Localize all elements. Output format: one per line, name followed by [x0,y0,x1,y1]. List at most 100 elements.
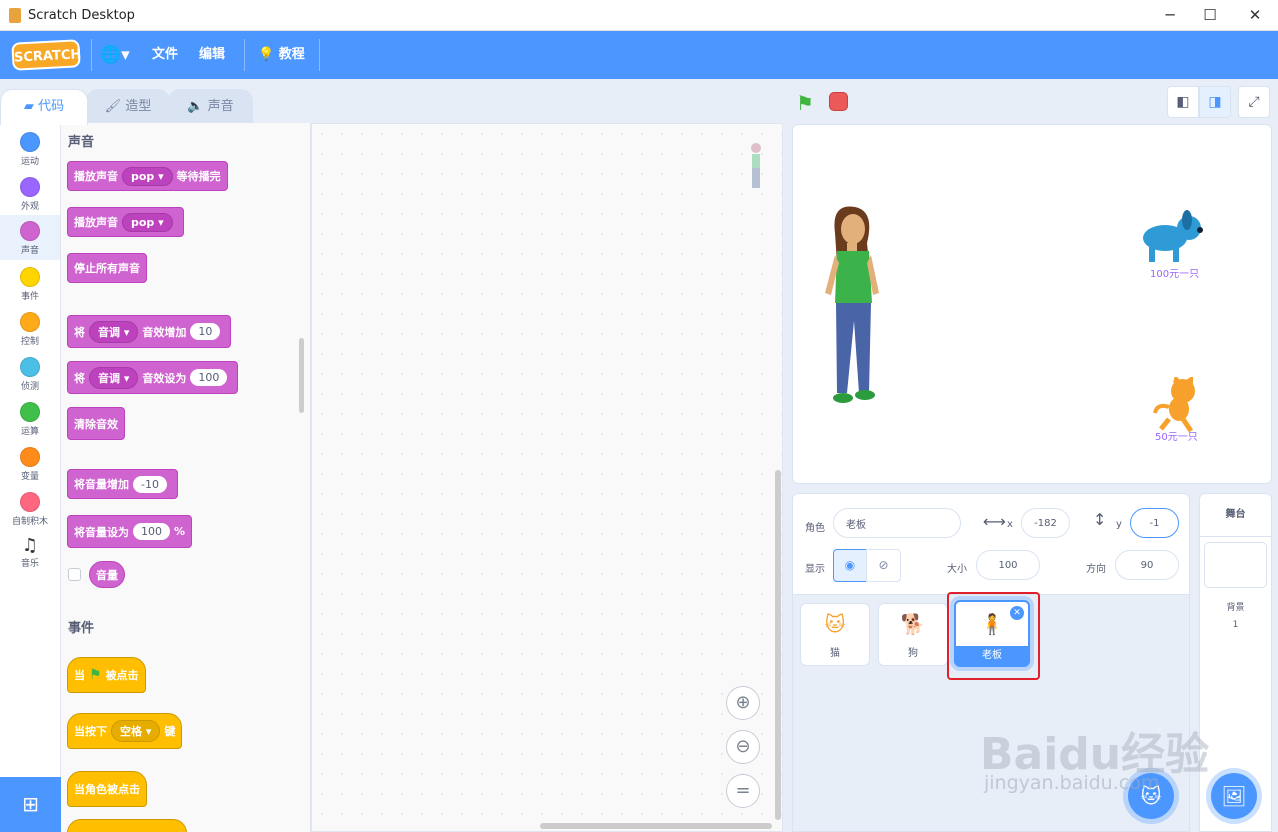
sprite-ghost-icon [751,143,761,188]
zoom-out-button[interactable]: ⊖ [726,730,760,764]
block-event-partial[interactable] [67,819,187,832]
menu-divider [319,39,320,71]
block-text: 当按下 [74,725,107,738]
block-stop-all-sounds[interactable]: 停止所有声音 [67,253,147,283]
file-menu[interactable]: 文件 [152,31,178,79]
category-my-blocks[interactable]: 自制积木 [0,486,60,531]
category-events[interactable]: 事件 [0,261,60,306]
x-arrows-icon: ⟷ [983,512,1006,531]
tab-costumes[interactable]: 🖌 造型 [86,89,170,124]
backdrops-label: 背景 [1226,603,1245,613]
menu-divider [244,39,245,71]
fullscreen-button[interactable]: ⤢ [1238,86,1270,118]
minimize-button[interactable]: ─ [1150,4,1190,26]
category-music[interactable]: ♫ 音乐 [0,531,60,576]
effect-value-input[interactable]: 100 [190,369,228,386]
tutorials-menu[interactable]: 💡 教程 [258,31,305,79]
direction-input[interactable]: 90 [1115,550,1179,580]
language-menu[interactable]: 🌐▾ [100,31,130,79]
tab-code[interactable]: ▰ 代码 [0,89,88,125]
category-motion[interactable]: 运动 [0,126,60,171]
category-label: 自制积木 [11,517,48,527]
block-set-effect[interactable]: 将音调 ▾ 音效设为 100 [67,361,239,394]
add-extension-button[interactable]: ⊞ [0,777,61,832]
zoom-reset-button[interactable]: = [726,774,760,808]
zoom-in-button[interactable]: ⊕ [726,686,760,720]
x-input[interactable]: -182 [1021,508,1070,538]
size-input[interactable]: 100 [976,550,1040,580]
normal-stage-button[interactable]: ◨ [1199,86,1231,118]
sprite-thumb-dog[interactable]: 🐕 狗 [878,603,948,666]
cat-sprite[interactable] [1153,377,1205,433]
sprite-thumb-boss[interactable]: 🧍 老板 ✕ [954,600,1030,667]
effect-dropdown[interactable]: 音调 ▾ [89,366,139,389]
category-control[interactable]: 控制 [0,306,60,351]
workspace-horizontal-scrollbar[interactable] [540,823,772,829]
control-dot-icon [20,312,40,332]
block-clear-effects[interactable]: 清除音效 [67,407,125,440]
fullscreen-icon: ⤢ [1248,94,1260,110]
script-workspace[interactable] [311,123,783,832]
choose-backdrop-button[interactable]: 🖼 [1211,773,1257,819]
block-volume-reporter[interactable]: 音量 [89,561,125,588]
backdrops-count: 1 [1232,620,1239,630]
small-stage-button[interactable]: ◧ [1167,86,1199,118]
boss-sprite[interactable] [817,203,887,408]
volume-value-input[interactable]: 100 [133,523,170,540]
close-button[interactable]: ✕ [1235,4,1275,26]
volume-value-input[interactable]: -10 [133,475,167,493]
block-when-flag-clicked[interactable]: 当 ⚑ 被点击 [67,657,146,693]
y-input[interactable]: -1 [1130,508,1179,538]
scratch-logo[interactable]: SCRATCH [11,39,82,71]
code-icon: ▰ [23,99,34,114]
palette-scrollbar[interactable] [299,338,304,413]
block-when-key-pressed[interactable]: 当按下 空格 ▾ 键 [67,713,183,749]
sprite-thumb-label: 猫 [830,648,840,659]
block-text: 被点击 [105,669,139,682]
edit-menu[interactable]: 编辑 [199,31,225,79]
size-label: 大小 [947,564,967,575]
sprite-thumb-label: 狗 [908,648,918,659]
dog-sprite[interactable] [1137,210,1205,266]
looks-dot-icon [20,177,40,197]
block-play-sound-until-done[interactable]: 播放声音 pop ▾ 等待播完 [67,161,228,191]
block-change-effect[interactable]: 将音调 ▾ 音效增加 10 [67,315,232,348]
block-text: 键 [164,725,176,738]
stop-button[interactable] [829,92,848,111]
sensing-dot-icon [20,357,40,377]
maximize-button[interactable]: ☐ [1190,4,1230,26]
eye-slash-icon: ⊘ [878,558,889,572]
workspace-vertical-scrollbar[interactable] [775,470,781,820]
category-looks[interactable]: 外观 [0,171,60,216]
sound-dropdown[interactable]: pop ▾ [122,166,173,186]
show-sprite-button[interactable]: ◉ [833,549,867,582]
hide-sprite-button[interactable]: ⊘ [866,549,901,582]
block-start-sound[interactable]: 播放声音 pop ▾ [67,207,184,237]
volume-monitor-checkbox[interactable] [68,568,81,581]
effect-value-input[interactable]: 10 [190,323,221,340]
close-icon: ✕ [1013,608,1021,618]
stage-canvas[interactable]: 100元一只 50元一只 [792,124,1272,484]
key-dropdown[interactable]: 空格 ▾ [111,720,161,742]
green-flag-button[interactable]: ⚑ [796,91,814,115]
block-when-sprite-clicked[interactable]: 当角色被点击 [67,771,147,807]
block-set-volume[interactable]: 将音量设为 100% [67,515,193,548]
sprite-name-input[interactable]: 老板 [833,508,961,538]
menu-divider [91,39,92,71]
category-sensing[interactable]: 侦测 [0,351,60,396]
category-sound[interactable]: 声音 [0,215,60,260]
tab-sounds[interactable]: 🔈 声音 [168,89,253,124]
block-palette: 声音 播放声音 pop ▾ 等待播完 播放声音 pop ▾ 停止所有声音 将音调 ▾ 音… [61,123,311,832]
block-text: 将音量增加 [74,478,129,491]
category-operators[interactable]: 运算 [0,396,60,441]
category-variables[interactable]: 变量 [0,441,60,486]
delete-sprite-button[interactable]: ✕ [1010,606,1024,620]
sound-dropdown[interactable]: pop ▾ [122,212,173,232]
sprite-thumb-cat[interactable]: 🐱 猫 [800,603,870,666]
block-change-volume[interactable]: 将音量增加 -10 [67,469,178,499]
events-section-heading: 事件 [68,621,95,636]
x-label: x [1007,519,1013,530]
effect-dropdown[interactable]: 音调 ▾ [89,320,139,343]
tab-costumes-label: 造型 [125,99,152,114]
backdrop-thumbnail[interactable] [1204,542,1267,588]
